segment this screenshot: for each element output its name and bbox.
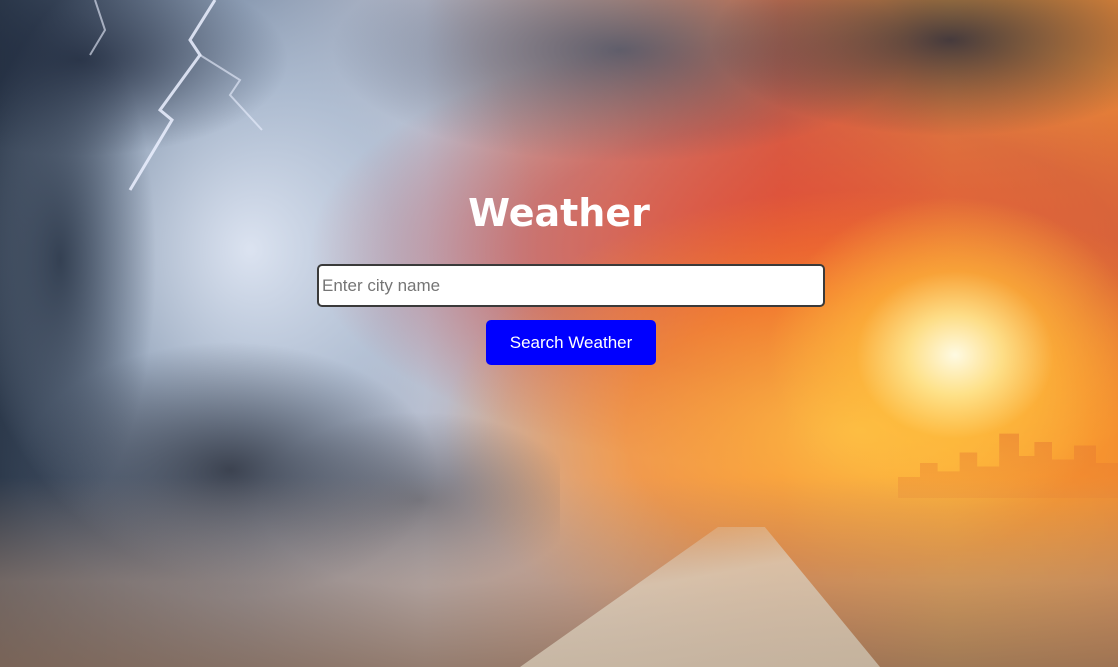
ground-layer	[0, 477, 1118, 667]
search-weather-button[interactable]: Search Weather	[486, 320, 656, 365]
weather-page: Weather Search Weather	[0, 0, 1118, 667]
page-title: Weather	[468, 191, 650, 235]
city-search-input[interactable]	[317, 264, 825, 307]
